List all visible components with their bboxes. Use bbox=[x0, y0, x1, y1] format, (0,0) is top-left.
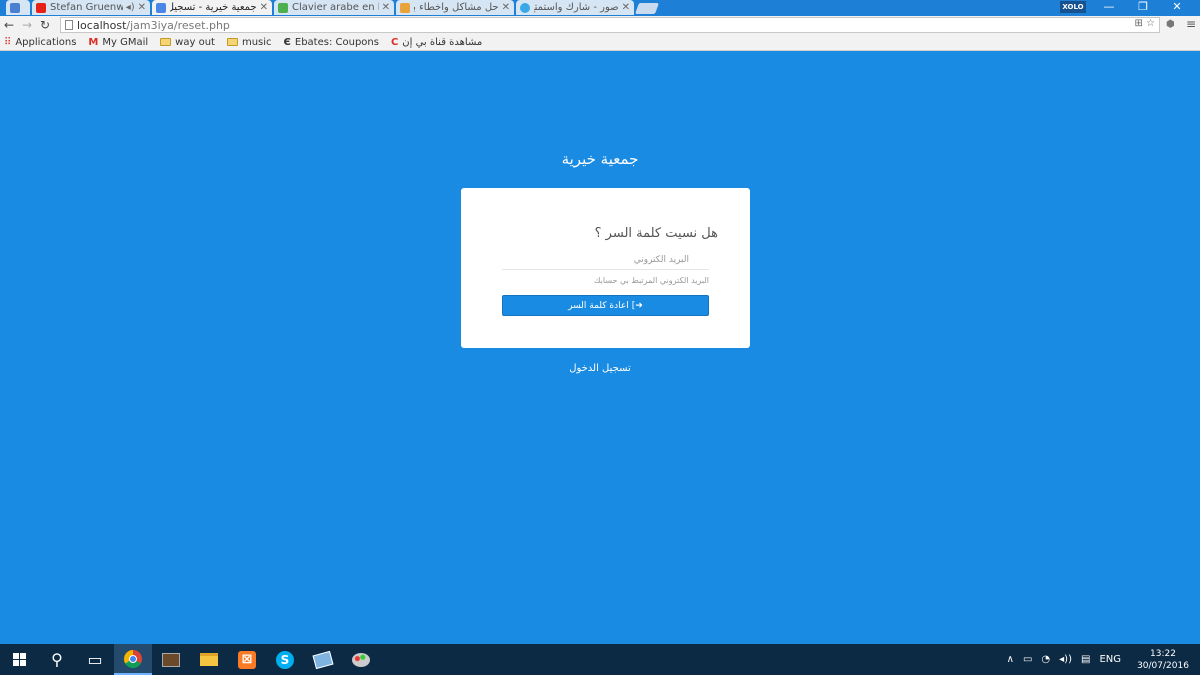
pinned-tab-icon bbox=[10, 2, 20, 13]
bookmark-label: Applications bbox=[15, 36, 77, 48]
site-b-icon bbox=[400, 2, 410, 13]
url-host: localhost bbox=[77, 18, 127, 32]
battery-icon[interactable]: ▭ bbox=[1023, 654, 1032, 665]
browser-toolbar: ← → ↻ localhost/jam3iya/reset.php ⊞ ☆ ⬢ … bbox=[0, 16, 1200, 34]
pinned-tab[interactable] bbox=[6, 0, 30, 15]
tab-1[interactable]: جمعية خيرية - تسجيل ✕ bbox=[152, 0, 272, 15]
youtube-icon bbox=[36, 2, 46, 13]
site-title: جمعية خيرية bbox=[561, 150, 639, 168]
chevron-up-icon[interactable]: ∧ bbox=[1007, 654, 1014, 665]
login-link[interactable]: تسجيل الدخول bbox=[0, 363, 1200, 374]
bookmark-label: way out bbox=[175, 36, 215, 48]
url-path: /jam3iya/reset.php bbox=[126, 18, 230, 32]
volume-icon[interactable]: ◂)) bbox=[1059, 654, 1072, 665]
channel-icon: C bbox=[390, 36, 399, 48]
paint-taskbar-icon[interactable] bbox=[342, 644, 380, 675]
tab-title: Clavier arabe en ligne bbox=[292, 2, 379, 13]
taskbar: ⚲ ▭ ⊠ S ∧ ▭ ◔ ◂)) ▤ ENG 13:22 30/07/2016 bbox=[0, 644, 1200, 675]
site-l-icon bbox=[278, 2, 288, 13]
palette-icon bbox=[352, 652, 370, 667]
close-icon[interactable]: ✕ bbox=[138, 2, 146, 13]
file-explorer-taskbar-icon[interactable] bbox=[190, 644, 228, 675]
translate-icon[interactable]: ⊞ ☆ bbox=[1134, 18, 1155, 29]
reset-password-label: اعادة كلمة السر bbox=[568, 300, 629, 311]
skype-icon: S bbox=[276, 650, 294, 669]
menu-icon[interactable]: ≡ bbox=[1186, 17, 1196, 31]
minimize-icon[interactable]: — bbox=[1092, 0, 1126, 16]
gmail-icon: M bbox=[88, 36, 99, 48]
forward-icon[interactable]: → bbox=[18, 18, 36, 32]
tab-3[interactable]: حل مشاكل واخطاء برنامج ✕ bbox=[396, 0, 514, 15]
folder-icon bbox=[200, 653, 218, 666]
restore-icon[interactable]: ❐ bbox=[1126, 0, 1160, 16]
tab-strip: Stefan Gruenwald ◂) ✕ جمعية خيرية - تسجي… bbox=[0, 0, 1200, 16]
close-window-icon[interactable]: ✕ bbox=[1160, 0, 1194, 16]
page-icon bbox=[156, 2, 166, 13]
bookmark-label: Ebates: Coupons bbox=[294, 36, 379, 48]
folder-icon bbox=[226, 38, 238, 46]
tab-0[interactable]: Stefan Gruenwald ◂) ✕ bbox=[32, 0, 150, 15]
xampp-icon: ⊠ bbox=[238, 650, 256, 669]
bookmark-label: music bbox=[241, 36, 272, 48]
bookmark-label: My GMail bbox=[102, 36, 149, 48]
bookmark-gmail[interactable]: M My GMail bbox=[88, 37, 148, 48]
email-hint: البريد الكتروني المرتبط بي حسابك bbox=[593, 276, 709, 285]
photos-taskbar-icon[interactable] bbox=[304, 644, 342, 675]
reset-password-button[interactable]: ➜] اعادة كلمة السر bbox=[502, 295, 709, 316]
clock-date: 30/07/2016 bbox=[1137, 660, 1189, 671]
language-indicator[interactable]: ENG bbox=[1099, 654, 1121, 665]
bookmarks-bar: ⠿ Applications M My GMail way out music … bbox=[0, 34, 1200, 51]
tab-2[interactable]: Clavier arabe en ligne ✕ bbox=[274, 0, 394, 15]
chrome-taskbar-icon[interactable] bbox=[114, 644, 152, 675]
tab-title: جمعية خيرية - تسجيل bbox=[170, 2, 257, 13]
tab-title: Stefan Gruenwald bbox=[50, 2, 123, 13]
tab-4[interactable]: صور - شارك واستمتع ✕ bbox=[516, 0, 634, 15]
extension-icon[interactable]: ⬢ bbox=[1166, 19, 1175, 30]
tab-title: حل مشاكل واخطاء برنامج bbox=[414, 2, 499, 13]
folder-icon bbox=[160, 38, 172, 46]
skype-taskbar-icon[interactable]: S bbox=[266, 644, 304, 675]
clock-time: 13:22 bbox=[1150, 648, 1176, 659]
close-icon[interactable]: ✕ bbox=[260, 2, 268, 13]
new-tab-button[interactable] bbox=[634, 3, 660, 14]
bookmark-way-out[interactable]: way out bbox=[160, 37, 215, 48]
system-tray: ∧ ▭ ◔ ◂)) ▤ ENG 13:22 30/07/2016 bbox=[1007, 644, 1200, 675]
close-icon[interactable]: ✕ bbox=[502, 2, 510, 13]
task-view-icon[interactable]: ▭ bbox=[76, 644, 114, 675]
address-bar[interactable]: localhost/jam3iya/reset.php ⊞ ☆ bbox=[60, 17, 1160, 33]
start-button[interactable] bbox=[0, 644, 38, 675]
clock[interactable]: 13:22 30/07/2016 bbox=[1130, 648, 1196, 672]
profile-badge[interactable]: XOLO bbox=[1060, 1, 1086, 13]
sign-in-icon: ➜] bbox=[631, 300, 643, 311]
bookmark-ebates[interactable]: Є Ebates: Coupons bbox=[284, 37, 379, 48]
tab-audio-icon: ◂) bbox=[125, 2, 135, 13]
bookmark-channel[interactable]: C مشاهدة قناة بي إن bbox=[391, 37, 482, 48]
bookmark-label: مشاهدة قناة بي إن bbox=[402, 36, 483, 48]
page-info-icon[interactable] bbox=[65, 20, 73, 30]
search-icon[interactable]: ⚲ bbox=[38, 644, 76, 675]
back-icon[interactable]: ← bbox=[0, 18, 18, 32]
reload-icon[interactable]: ↻ bbox=[36, 18, 54, 32]
apps-grid-icon: ⠿ bbox=[4, 36, 12, 48]
notification-icon[interactable]: ▤ bbox=[1081, 654, 1090, 665]
ebates-icon: Є bbox=[283, 36, 291, 48]
site-circle-icon bbox=[520, 2, 530, 13]
windows-icon bbox=[12, 653, 26, 666]
tab-title: صور - شارك واستمتع bbox=[534, 2, 619, 13]
wifi-icon[interactable]: ◔ bbox=[1041, 654, 1050, 665]
photos-icon bbox=[312, 650, 334, 669]
close-icon[interactable]: ✕ bbox=[622, 2, 630, 13]
bookmark-music[interactable]: music bbox=[226, 36, 272, 48]
reset-password-card: هل نسيت كلمة السر ؟ البريد الكتروني المر… bbox=[461, 188, 750, 348]
media-app-icon bbox=[162, 652, 180, 667]
close-icon[interactable]: ✕ bbox=[382, 2, 390, 13]
bookmark-applications[interactable]: ⠿ Applications bbox=[4, 37, 76, 48]
xampp-taskbar-icon[interactable]: ⊠ bbox=[228, 644, 266, 675]
card-heading: هل نسيت كلمة السر ؟ bbox=[594, 226, 718, 241]
email-input[interactable] bbox=[502, 250, 709, 270]
media-app-taskbar-icon[interactable] bbox=[152, 644, 190, 675]
chrome-icon bbox=[124, 649, 142, 668]
